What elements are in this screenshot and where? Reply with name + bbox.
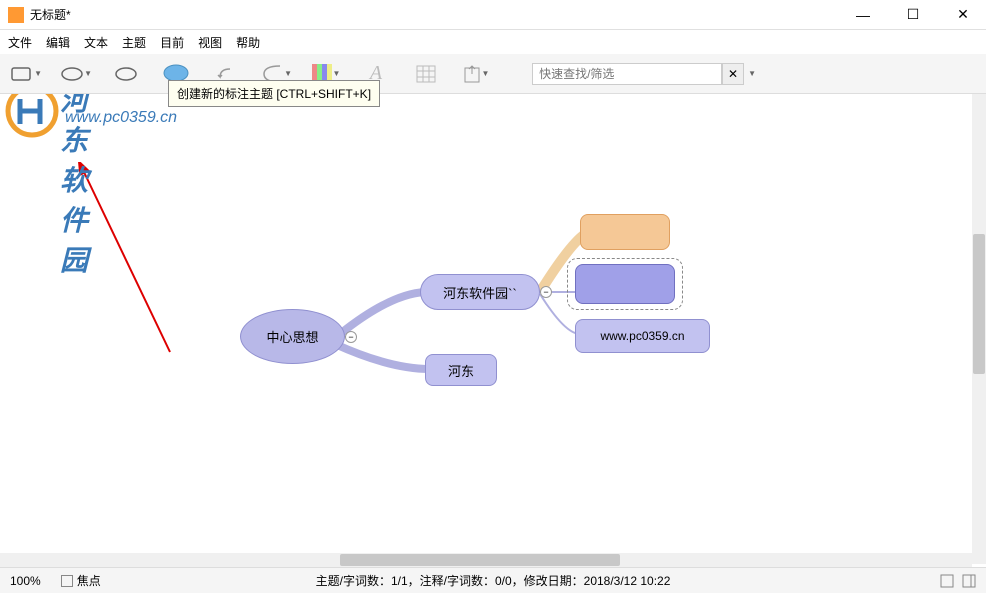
menu-view[interactable]: 视图 [198,34,222,51]
menu-current[interactable]: 目前 [160,34,184,51]
toolbar: ▼ ▼ ▼ ▼ A ▼ ✕ ▼ [0,54,986,94]
tooltip: 创建新的标注主题 [CTRL+SHIFT+K] [168,80,380,107]
table-button[interactable] [410,58,442,90]
search-box: ✕ ▼ [532,63,756,85]
export-button[interactable]: ▼ [460,58,492,90]
panel-icon[interactable] [962,574,976,588]
floating-icon [114,65,138,83]
view-icon[interactable] [940,574,954,588]
chevron-down-icon[interactable]: ▼ [748,69,756,78]
menu-topic[interactable]: 主题 [122,34,146,51]
app-icon [8,7,24,23]
scrollbar-vertical[interactable] [972,94,986,564]
status-text: 主题/字词数：1/1，注释/字词数：0/0，修改日期：2018/3/12 10:… [316,572,671,589]
scrollbar-thumb[interactable] [340,554,620,566]
minimize-button[interactable]: — [848,5,878,25]
new-topic-button[interactable]: ▼ [10,58,42,90]
new-floating-button[interactable] [110,58,142,90]
topic-icon [10,64,33,84]
chevron-down-icon: ▼ [284,69,292,78]
watermark-url: www.pc0359.cn [65,109,177,127]
menu-help[interactable]: 帮助 [236,34,260,51]
collapse-button[interactable]: − [540,286,552,298]
node-center[interactable]: 中心思想 [240,309,345,364]
node-child[interactable]: 河东 [425,354,497,386]
statusbar: 100% 焦点 主题/字词数：1/1，注释/字词数：0/0，修改日期：2018/… [0,567,986,593]
chevron-down-icon: ▼ [333,69,341,78]
canvas[interactable]: 河东软件园 www.pc0359.cn 中心思想 − 河东软件园`` − 河东 … [0,94,986,564]
maximize-button[interactable]: ☐ [898,5,928,25]
chevron-down-icon: ▼ [84,69,92,78]
collapse-button[interactable]: − [345,331,357,343]
focus-checkbox[interactable]: 焦点 [61,572,101,589]
chevron-down-icon: ▼ [482,69,490,78]
search-clear-button[interactable]: ✕ [722,63,744,85]
focus-label: 焦点 [77,572,101,589]
new-subtopic-button[interactable]: ▼ [60,58,92,90]
close-button[interactable]: ✕ [948,5,978,25]
status-icons [940,574,976,588]
window-title: 无标题* [30,6,848,23]
export-icon [463,64,481,84]
node-url[interactable]: www.pc0359.cn [575,319,710,353]
search-input[interactable] [532,63,722,85]
zoom-level[interactable]: 100% [10,574,41,588]
scrollbar-thumb[interactable] [973,234,985,374]
window-controls: — ☐ ✕ [848,5,978,25]
checkbox-icon [61,575,73,587]
menubar: 文件 编辑 文本 主题 目前 视图 帮助 [0,30,986,54]
scrollbar-horizontal[interactable] [0,553,972,567]
menu-text[interactable]: 文本 [84,34,108,51]
menu-edit[interactable]: 编辑 [46,34,70,51]
node-selected[interactable] [575,264,675,304]
chevron-down-icon: ▼ [34,69,42,78]
node-annotation[interactable] [580,214,670,250]
node-main-topic[interactable]: 河东软件园`` [420,274,540,310]
subtopic-icon [60,65,83,83]
table-icon [416,65,436,83]
titlebar: 无标题* — ☐ ✕ [0,0,986,30]
annotation-arrow [75,162,195,362]
menu-file[interactable]: 文件 [8,34,32,51]
watermark-logo-icon [5,94,60,139]
